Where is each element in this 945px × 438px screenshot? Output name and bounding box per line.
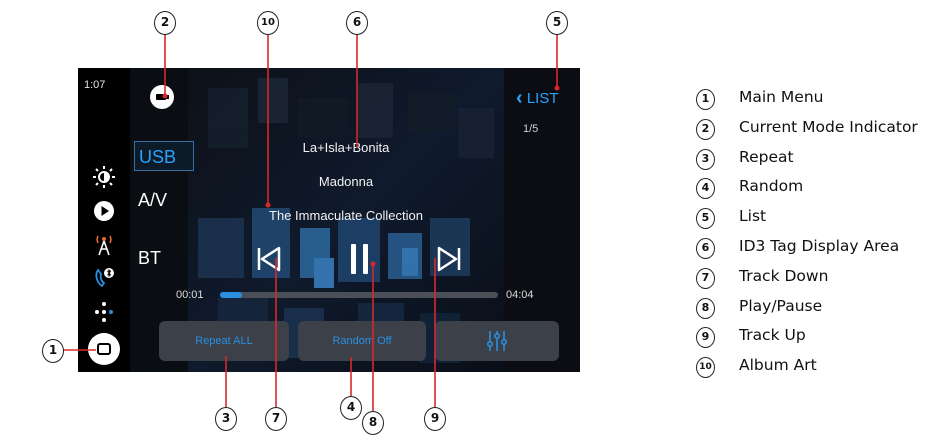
callout-6: 6 xyxy=(346,11,368,35)
legend-label: Album Art xyxy=(739,356,817,375)
legend-label: Random xyxy=(739,177,804,196)
legend-number: 8 xyxy=(696,297,715,319)
legend-label: List xyxy=(739,207,767,226)
legend-number: 7 xyxy=(696,267,715,289)
legend-label: Repeat xyxy=(739,147,794,166)
callout-10: 10 xyxy=(257,11,279,35)
legend-label: Play/Pause xyxy=(739,296,823,315)
legend-label: Track Up xyxy=(739,326,806,345)
legend-label: Main Menu xyxy=(739,88,824,106)
legend-number: 1 xyxy=(696,89,715,110)
legend-label: ID3 Tag Display Area xyxy=(739,236,900,255)
legend-number: 3 xyxy=(696,148,715,170)
callout-3: 3 xyxy=(215,407,237,431)
legend-label: Current Mode Indicator xyxy=(739,117,918,136)
callout-1: 1 xyxy=(42,339,64,363)
callout-4: 4 xyxy=(340,396,362,420)
callout-9: 9 xyxy=(424,407,446,431)
callout-2: 2 xyxy=(154,11,176,35)
callout-5: 5 xyxy=(546,11,568,35)
callout-8: 8 xyxy=(362,411,384,435)
callout-7: 7 xyxy=(265,407,287,431)
legend-label: Track Down xyxy=(739,266,829,285)
legend-number: 6 xyxy=(696,237,715,259)
legend-number: 2 xyxy=(696,118,715,140)
